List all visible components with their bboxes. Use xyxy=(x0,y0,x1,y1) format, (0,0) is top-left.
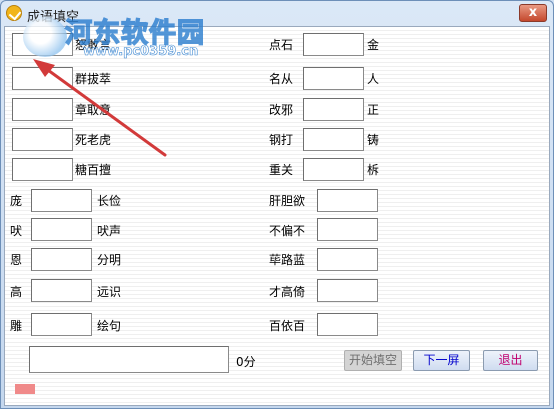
idiom-fragment-right-3: 正 xyxy=(367,103,380,117)
idiom-fragment-right-1: 金 xyxy=(367,38,380,52)
idiom-fragment-right-4: 铸 xyxy=(367,133,380,147)
answer-input-left-3[interactable] xyxy=(12,98,73,121)
idiom-fragment-left-1: 怒敢言 xyxy=(75,38,112,52)
idiom-fragment-right-2: 人 xyxy=(367,72,380,86)
idiom-fragment-left-7: 吠声 xyxy=(97,224,122,238)
idiom-fragment-left-2: 群拔萃 xyxy=(75,72,112,86)
answer-input-left-2[interactable] xyxy=(12,67,73,90)
idiom-fragment-left-3: 章取意 xyxy=(75,103,112,117)
answer-input-right-6[interactable] xyxy=(317,189,378,212)
idiom-prefix-right-8: 荜路蓝 xyxy=(269,253,306,267)
idiom-fragment-left-8: 分明 xyxy=(97,253,122,267)
title-bar: 成语填空 x xyxy=(1,1,553,26)
answer-input-right-7[interactable] xyxy=(317,218,378,241)
idiom-fragment-left-10: 绘句 xyxy=(97,319,122,333)
idiom-prefix-right-3: 改邪 xyxy=(269,103,294,117)
status-indicator xyxy=(15,384,35,394)
answer-input-left-4[interactable] xyxy=(12,128,73,151)
answer-input-right-4[interactable] xyxy=(303,128,364,151)
idiom-prefix-left-7: 吠 xyxy=(10,224,23,238)
idiom-prefix-right-4: 钢打 xyxy=(269,133,294,147)
app-window: 成语填空 x 怒敢言 群拔萃 章取意 死老虎 糖百擅 庞 长俭 吠 吠声 恩 分… xyxy=(0,0,554,409)
idiom-prefix-right-2: 名从 xyxy=(269,72,294,86)
idiom-prefix-right-1: 点石 xyxy=(269,38,294,52)
idiom-fragment-left-4: 死老虎 xyxy=(75,133,112,147)
answer-input-left-7[interactable] xyxy=(31,218,92,241)
answer-input-left-9[interactable] xyxy=(31,279,92,302)
answer-input-right-5[interactable] xyxy=(303,158,364,181)
answer-input-left-1[interactable] xyxy=(12,33,73,56)
idiom-fragment-right-5: 柝 xyxy=(367,163,380,177)
idiom-fragment-left-6: 长俭 xyxy=(97,194,122,208)
idiom-fragment-left-5: 糖百擅 xyxy=(75,163,112,177)
answer-input-left-10[interactable] xyxy=(31,313,92,336)
idiom-prefix-right-9: 才高倚 xyxy=(269,285,306,299)
exit-button[interactable]: 退出 xyxy=(483,350,538,371)
next-screen-button[interactable]: 下一屏 xyxy=(413,350,470,371)
idiom-prefix-right-10: 百依百 xyxy=(269,319,306,333)
idiom-prefix-right-5: 重关 xyxy=(269,163,294,177)
answer-input-left-8[interactable] xyxy=(31,248,92,271)
idiom-prefix-right-7: 不偏不 xyxy=(269,224,306,238)
idiom-prefix-left-8: 恩 xyxy=(10,253,23,267)
window-title: 成语填空 xyxy=(27,10,80,25)
idiom-prefix-left-6: 庞 xyxy=(10,194,23,208)
score-label: 0分 xyxy=(236,355,256,369)
app-icon xyxy=(6,5,22,21)
answer-input-left-5[interactable] xyxy=(12,158,73,181)
answer-input-right-8[interactable] xyxy=(317,248,378,271)
answer-input-right-9[interactable] xyxy=(317,279,378,302)
idiom-prefix-right-6: 肝胆欲 xyxy=(269,194,306,208)
start-fill-button[interactable]: 开始填空 xyxy=(344,350,402,371)
answer-input-right-1[interactable] xyxy=(303,33,364,56)
client-area: 怒敢言 群拔萃 章取意 死老虎 糖百擅 庞 长俭 吠 吠声 恩 分明 高 远识 … xyxy=(4,17,550,406)
close-button[interactable]: x xyxy=(519,4,547,22)
answer-input-right-3[interactable] xyxy=(303,98,364,121)
answer-input-left-6[interactable] xyxy=(31,189,92,212)
idiom-prefix-left-10: 雕 xyxy=(10,319,23,333)
answer-display-field[interactable] xyxy=(29,346,229,373)
idiom-prefix-left-9: 高 xyxy=(10,285,23,299)
answer-input-right-10[interactable] xyxy=(317,313,378,336)
idiom-fragment-left-9: 远识 xyxy=(97,285,122,299)
answer-input-right-2[interactable] xyxy=(303,67,364,90)
